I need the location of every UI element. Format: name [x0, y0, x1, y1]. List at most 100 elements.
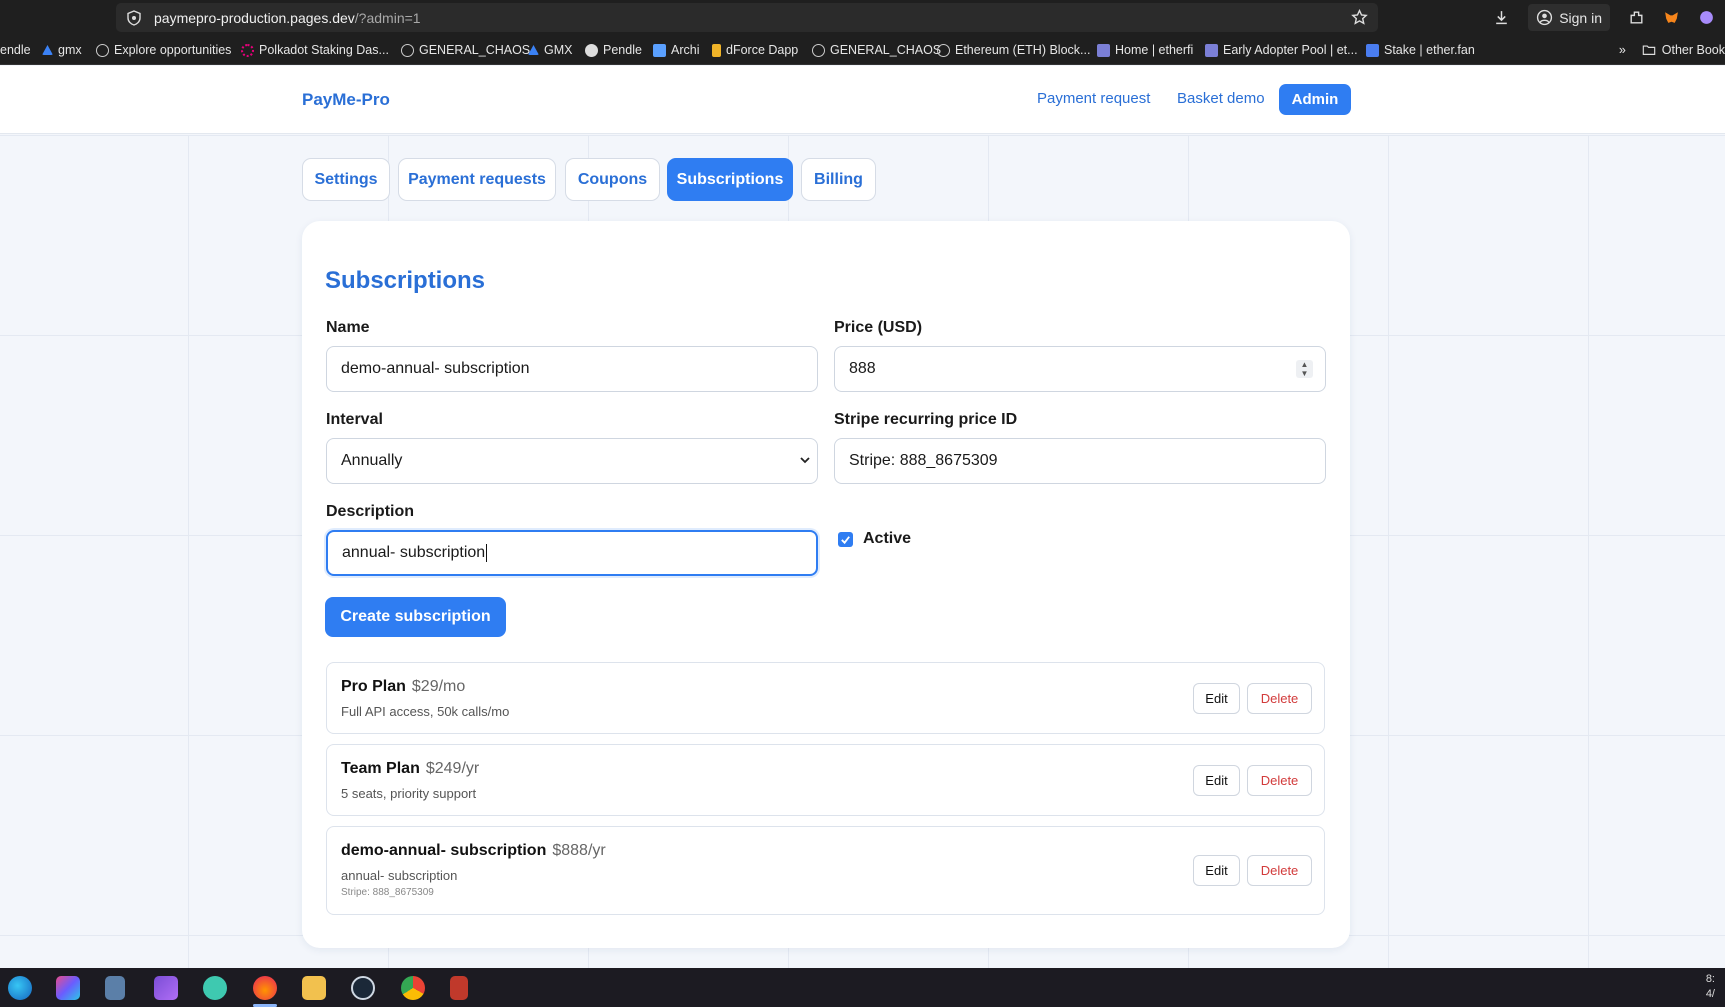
bookmark-item[interactable]: gmx	[42, 43, 82, 57]
bookmark-item[interactable]: Pendle	[585, 43, 642, 57]
sign-in-label: Sign in	[1559, 9, 1602, 26]
bookmark-star-icon[interactable]	[1351, 9, 1368, 26]
calculator-icon[interactable]	[105, 976, 125, 1000]
bookmark-label: endle	[0, 43, 31, 57]
dforce-icon	[712, 43, 721, 57]
nav-basket-demo[interactable]: Basket demo	[1177, 90, 1265, 107]
extension-icon[interactable]	[1698, 9, 1715, 26]
url-host: paymepro-production.pages.dev	[154, 9, 355, 26]
chrome-icon[interactable]	[401, 976, 425, 1000]
description-input-value: annual- subscription	[342, 544, 486, 561]
bookmark-item[interactable]: Stake | ether.fan	[1366, 43, 1475, 57]
kodi-icon[interactable]	[203, 976, 227, 1000]
clipchamp-icon[interactable]	[154, 976, 178, 1000]
tab-subscriptions[interactable]: Subscriptions	[667, 158, 793, 201]
bookmark-item[interactable]: GMX	[528, 43, 572, 57]
edit-button[interactable]: Edit	[1193, 683, 1240, 714]
interval-select[interactable]: Annually	[326, 438, 818, 484]
folder-icon	[1642, 45, 1656, 55]
steam-icon[interactable]	[351, 976, 375, 1000]
edge-icon[interactable]	[8, 976, 32, 1000]
bookmark-item[interactable]: Archi	[653, 43, 699, 57]
etherfan-icon	[1366, 43, 1379, 57]
subscription-name: demo-annual- subscription $888/yr	[341, 842, 606, 860]
tab-billing[interactable]: Billing	[801, 158, 876, 201]
gmx-icon	[42, 45, 53, 55]
delete-button[interactable]: Delete	[1247, 683, 1312, 714]
etherfi-icon	[1097, 43, 1110, 57]
subscription-row: demo-annual- subscription $888/yr annual-…	[326, 826, 1325, 915]
shield-icon	[127, 9, 141, 26]
taskbar: 8: 4/	[0, 968, 1725, 1007]
app-header: PayMe-Pro Payment request Basket demo Ad…	[0, 66, 1725, 134]
url-path: /?admin=1	[354, 9, 421, 26]
bookmark-label: Archi	[671, 43, 700, 57]
address-bar[interactable]: paymepro-production.pages.dev/?admin=1	[116, 3, 1378, 32]
bookmark-item[interactable]: dForce Dapp	[712, 43, 798, 57]
delete-button[interactable]: Delete	[1247, 855, 1312, 886]
tab-payment-requests[interactable]: Payment requests	[398, 158, 556, 201]
subscription-price: $29/mo	[411, 678, 466, 695]
other-bookmarks[interactable]: » Other Book	[1619, 43, 1725, 57]
bookmark-label: Early Adopter Pool | et...	[1223, 43, 1358, 57]
bookmark-item[interactable]: Explore opportunities	[96, 43, 231, 57]
price-input[interactable]: 888 ▲ ▼	[834, 346, 1326, 392]
subscription-description: Full API access, 50k calls/mo	[341, 704, 510, 719]
firefox-icon[interactable]	[253, 976, 277, 1000]
etherscan-icon	[937, 43, 950, 57]
chevron-down-icon	[800, 457, 810, 464]
bookmark-label: GMX	[544, 43, 573, 57]
create-subscription-button[interactable]: Create subscription	[325, 597, 506, 637]
other-bookmarks-label: Other Book	[1661, 43, 1725, 57]
nav-admin-button[interactable]: Admin	[1279, 84, 1351, 115]
m365-icon[interactable]	[56, 976, 80, 1000]
subscription-price: $249/yr	[425, 760, 480, 777]
stripe-price-label: Stripe recurring price ID	[834, 411, 1018, 428]
bookmark-item[interactable]: Polkadot Staking Das...	[241, 43, 389, 57]
checkmark-icon	[841, 535, 850, 544]
download-icon[interactable]	[1493, 9, 1510, 26]
bookmark-item[interactable]: GENERAL_CHAOS	[401, 43, 530, 57]
edit-button[interactable]: Edit	[1193, 855, 1240, 886]
bookmark-item[interactable]: Early Adopter Pool | et...	[1205, 43, 1358, 57]
edit-button[interactable]: Edit	[1193, 765, 1240, 796]
delete-button[interactable]: Delete	[1247, 765, 1312, 796]
system-clock[interactable]: 8: 4/	[1706, 972, 1715, 1002]
bookmark-label: dForce Dapp	[726, 43, 799, 57]
description-input[interactable]: annual- subscription	[326, 530, 818, 576]
bookmark-label: Explore opportunities	[114, 43, 232, 57]
archi-icon	[653, 43, 666, 57]
app-icon[interactable]	[450, 976, 468, 1000]
bookmark-item[interactable]: Ethereum (ETH) Block...	[937, 43, 1090, 57]
price-input-value: 888	[849, 360, 876, 377]
bookmark-label: Pendle	[603, 43, 642, 57]
nav-payment-request[interactable]: Payment request	[1037, 90, 1150, 107]
chevron-up-icon[interactable]: ▲	[1296, 360, 1313, 369]
tab-coupons[interactable]: Coupons	[565, 158, 660, 201]
bookmarks-bar: endle gmx Explore opportunities Polkadot…	[0, 35, 1725, 65]
brand-logo[interactable]: PayMe-Pro	[302, 90, 390, 110]
bookmark-label: gmx	[58, 43, 82, 57]
bookmark-item[interactable]: GENERAL_CHAOS	[812, 43, 941, 57]
file-explorer-icon[interactable]	[302, 976, 326, 1000]
bookmark-item[interactable]: endle	[0, 43, 31, 57]
tab-settings[interactable]: Settings	[302, 158, 390, 201]
active-checkbox[interactable]	[838, 531, 853, 547]
chevron-down-icon[interactable]: ▼	[1296, 369, 1313, 378]
pendle-icon	[585, 43, 598, 57]
subscription-description: annual- subscription	[341, 868, 458, 883]
price-label: Price (USD)	[834, 319, 923, 336]
name-input[interactable]: demo-annual- subscription	[326, 346, 818, 392]
bookmark-item[interactable]: Home | etherfi	[1097, 43, 1193, 57]
browser-actions: Sign in	[1493, 0, 1725, 35]
subscription-name: Team Plan $249/yr	[341, 760, 479, 778]
stripe-price-input[interactable]: Stripe: 888_8675309	[834, 438, 1326, 484]
bookmark-label: Stake | ether.fan	[1384, 43, 1475, 57]
chevron-double-right-icon[interactable]: »	[1619, 43, 1626, 57]
metamask-icon[interactable]	[1663, 9, 1680, 26]
active-toggle[interactable]: Active	[838, 530, 911, 548]
number-spinner[interactable]: ▲ ▼	[1296, 360, 1313, 378]
subscription-name-text: Team Plan	[341, 760, 420, 777]
sign-in-button[interactable]: Sign in	[1528, 4, 1610, 31]
extensions-icon[interactable]	[1628, 9, 1645, 26]
